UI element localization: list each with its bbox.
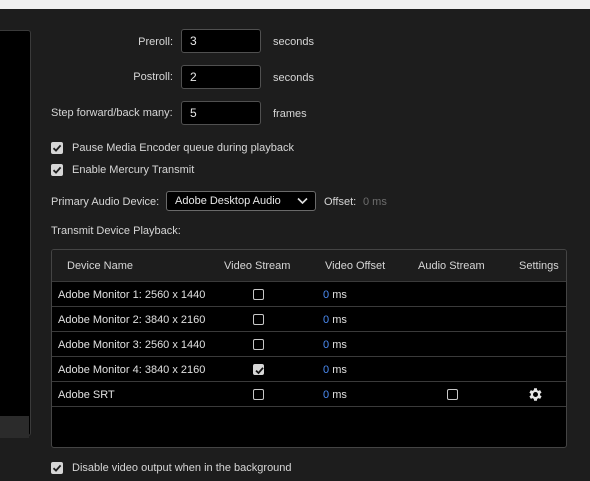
table-row[interactable]: Adobe SRT 0 ms xyxy=(52,382,566,407)
header-settings[interactable]: Settings xyxy=(519,259,559,273)
table-row[interactable]: Adobe Monitor 4: 3840 x 2160 0 ms xyxy=(52,357,566,382)
offset-unit: ms xyxy=(332,314,347,326)
disable-background-checkbox[interactable] xyxy=(51,462,63,474)
audio-device-label: Primary Audio Device: xyxy=(51,196,160,208)
checkmark-icon xyxy=(52,144,62,152)
audio-device-value: Adobe Desktop Audio xyxy=(175,195,281,207)
header-video-stream[interactable]: Video Stream xyxy=(224,259,290,273)
device-name: Adobe SRT xyxy=(58,389,115,401)
offset-label: Offset: xyxy=(324,196,357,208)
video-offset[interactable]: 0 ms xyxy=(323,313,347,327)
mercury-transmit-label: Enable Mercury Transmit xyxy=(72,164,195,176)
video-stream-checkbox[interactable] xyxy=(253,289,264,300)
table-header: Device Name Video Stream Video Offset Au… xyxy=(52,250,566,282)
video-stream-checkbox[interactable] xyxy=(253,389,264,400)
preroll-unit: seconds xyxy=(273,36,314,48)
preview-panel xyxy=(0,30,31,436)
pause-encoder-checkbox[interactable] xyxy=(51,142,63,154)
step-unit: frames xyxy=(273,108,307,120)
checkmark-icon xyxy=(52,464,62,472)
preroll-input[interactable]: 3 xyxy=(181,29,261,53)
offset-value: 0 xyxy=(323,314,330,326)
gear-icon[interactable] xyxy=(527,386,544,403)
offset-unit: ms xyxy=(332,389,347,401)
device-name: Adobe Monitor 3: 2560 x 1440 xyxy=(58,339,206,351)
audio-device-dropdown[interactable]: Adobe Desktop Audio xyxy=(166,191,316,211)
transmit-playback-label: Transmit Device Playback: xyxy=(51,225,181,237)
device-name: Adobe Monitor 4: 3840 x 2160 xyxy=(58,364,206,376)
offset-value: 0 xyxy=(323,289,330,301)
video-stream-checkbox[interactable] xyxy=(253,364,264,375)
postroll-unit: seconds xyxy=(273,72,314,84)
header-audio-stream[interactable]: Audio Stream xyxy=(418,259,485,273)
postroll-input[interactable]: 2 xyxy=(181,65,261,89)
step-label: Step forward/back many: xyxy=(51,107,173,119)
video-stream-checkbox[interactable] xyxy=(253,339,264,350)
chevron-down-icon xyxy=(297,197,308,205)
offset-unit: ms xyxy=(332,339,347,351)
device-name: Adobe Monitor 2: 3840 x 2160 xyxy=(58,314,206,326)
offset-value: 0 ms xyxy=(363,196,387,208)
offset-value: 0 xyxy=(323,339,330,351)
preroll-label: Preroll: xyxy=(138,36,173,48)
postroll-label: Postroll: xyxy=(133,71,173,83)
mercury-transmit-checkbox[interactable] xyxy=(51,164,63,176)
checkmark-icon xyxy=(52,166,62,174)
table-row[interactable]: Adobe Monitor 1: 2560 x 1440 0 ms xyxy=(52,282,566,307)
offset-unit: ms xyxy=(332,364,347,376)
audio-stream-checkbox[interactable] xyxy=(447,389,458,400)
header-device-name[interactable]: Device Name xyxy=(67,259,133,273)
header-video-offset[interactable]: Video Offset xyxy=(325,259,385,273)
disable-background-label: Disable video output when in the backgro… xyxy=(72,462,292,474)
video-offset[interactable]: 0 ms xyxy=(323,288,347,302)
checkmark-icon xyxy=(255,367,264,375)
video-offset[interactable]: 0 ms xyxy=(323,363,347,377)
pause-encoder-label: Pause Media Encoder queue during playbac… xyxy=(72,142,294,154)
offset-value: 0 xyxy=(323,364,330,376)
device-name: Adobe Monitor 1: 2560 x 1440 xyxy=(58,289,206,301)
step-input[interactable]: 5 xyxy=(181,101,261,125)
transmit-device-table: Device Name Video Stream Video Offset Au… xyxy=(51,249,567,448)
left-panel-strip xyxy=(0,416,29,438)
offset-value: 0 xyxy=(323,389,330,401)
table-row[interactable]: Adobe Monitor 2: 3840 x 2160 0 ms xyxy=(52,307,566,332)
window-top-bar xyxy=(0,0,590,9)
video-stream-checkbox[interactable] xyxy=(253,314,264,325)
table-row[interactable]: Adobe Monitor 3: 2560 x 1440 0 ms xyxy=(52,332,566,357)
video-offset[interactable]: 0 ms xyxy=(323,338,347,352)
offset-unit: ms xyxy=(332,289,347,301)
video-offset[interactable]: 0 ms xyxy=(323,388,347,402)
